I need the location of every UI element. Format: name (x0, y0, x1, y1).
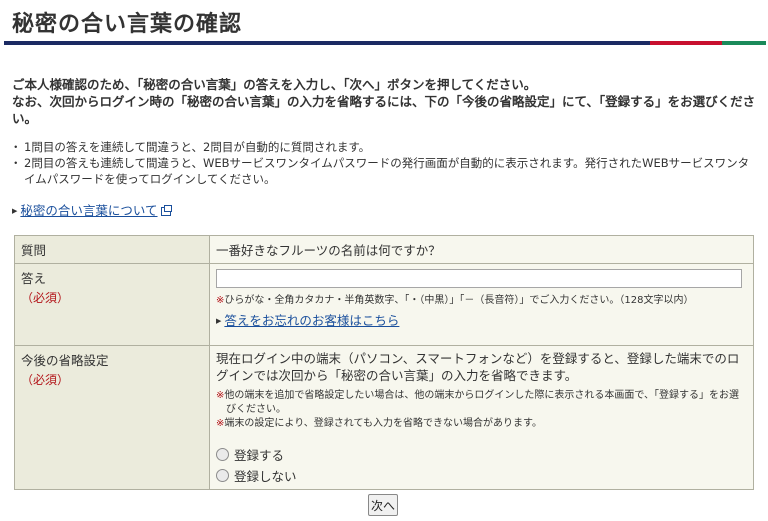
radio-do-not-register[interactable]: 登録しない (216, 466, 747, 485)
answer-row: 答え （必須） ※ひらがな・全角カタカナ・半角英数字、「・（中黒）」「－（長音符… (14, 263, 754, 346)
omit-setting-row: 今後の省略設定 （必須） 現在ログイン中の端末（パソコン、スマートフォンなど）を… (14, 345, 754, 490)
intro-line-1: ご本人様確認のため、「秘密の合い言葉」の答えを入力し、「次へ」ボタンを押してくだ… (12, 77, 537, 92)
answer-label: 答え (21, 271, 47, 286)
omit-label-cell: 今後の省略設定 （必須） (14, 345, 210, 490)
secret-phrase-form: 質問 一番好きなフルーツの名前は何ですか？ 答え （必須） ※ひらがな・全角カタ… (14, 235, 754, 490)
triangle-right-icon: ▶ (216, 317, 222, 325)
omit-note-1: ※他の端末を追加で省略設定したい場合は、他の端末からログインした際に表示される本… (216, 389, 747, 417)
omit-value-cell: 現在ログイン中の端末（パソコン、スマートフォンなど）を登録すると、登録した端末で… (209, 345, 754, 490)
intro-text: ご本人様確認のため、「秘密の合い言葉」の答えを入力し、「次へ」ボタンを押してくだ… (12, 76, 760, 127)
omit-description: 現在ログイン中の端末（パソコン、スマートフォンなど）を登録すると、登録した端末で… (216, 351, 740, 383)
omit-note-2: ※端末の設定により、登録されても入力を省略できない場合があります。 (216, 417, 747, 431)
required-mark: （必須） (21, 373, 70, 387)
answer-value-cell: ※ひらがな・全角カタカナ・半角英数字、「・（中黒）」「－（長音符）」でご入力くだ… (209, 263, 754, 346)
question-label: 質問 (14, 235, 210, 264)
answer-note-text: ひらがな・全角カタカナ・半角英数字、「・（中黒）」「－（長音符）」でご入力くださ… (224, 295, 694, 306)
about-secret-phrase-link[interactable]: ▶ 秘密の合い言葉について (12, 200, 172, 219)
radio-do-not-register-button[interactable] (216, 469, 229, 482)
triangle-right-icon: ▶ (12, 207, 18, 215)
forgot-answer-label: 答えをお忘れのお客様はこちら (224, 313, 400, 328)
external-link-icon (160, 205, 172, 216)
underline-navy (4, 41, 650, 45)
note-item: 2問目の答えも連続して間違うと、WEBサービスワンタイムパスワードの発行画面が自… (10, 155, 760, 187)
radio-register-label: 登録する (234, 448, 285, 463)
omit-note-1-text: 他の端末を追加で省略設定したい場合は、他の端末からログインした際に表示される本画… (224, 390, 739, 415)
question-text: 一番好きなフルーツの名前は何ですか？ (209, 235, 754, 264)
next-button[interactable]: 次へ (368, 494, 398, 516)
radio-register-button[interactable] (216, 448, 229, 461)
required-mark: （必須） (21, 291, 70, 305)
omit-label: 今後の省略設定 (21, 353, 109, 368)
page-title: 秘密の合い言葉の確認 (12, 12, 243, 37)
radio-register[interactable]: 登録する (216, 445, 747, 464)
underline-red (650, 41, 722, 45)
about-link-label: 秘密の合い言葉について (20, 203, 158, 218)
notes-list: 1問目の答えを連続して間違うと、2問目が自動的に質問されます。 2問目の答えも連… (10, 139, 760, 187)
question-row: 質問 一番好きなフルーツの名前は何ですか？ (14, 235, 754, 264)
answer-note: ※ひらがな・全角カタカナ・半角英数字、「・（中黒）」「－（長音符）」でご入力くだ… (216, 294, 747, 308)
omit-note-2-text: 端末の設定により、登録されても入力を省略できない場合があります。 (224, 418, 542, 429)
forgot-answer-link[interactable]: ▶ 答えをお忘れのお客様はこちら (216, 310, 747, 329)
answer-input[interactable] (216, 269, 742, 288)
title-underline (4, 41, 766, 45)
radio-do-not-register-label: 登録しない (234, 469, 297, 484)
intro-line-2: なお、次回からログイン時の「秘密の合い言葉」の入力を省略するには、下の「今後の省… (12, 94, 756, 126)
underline-green (722, 41, 766, 45)
note-item: 1問目の答えを連続して間違うと、2問目が自動的に質問されます。 (10, 139, 760, 155)
answer-label-cell: 答え （必須） (14, 263, 210, 346)
